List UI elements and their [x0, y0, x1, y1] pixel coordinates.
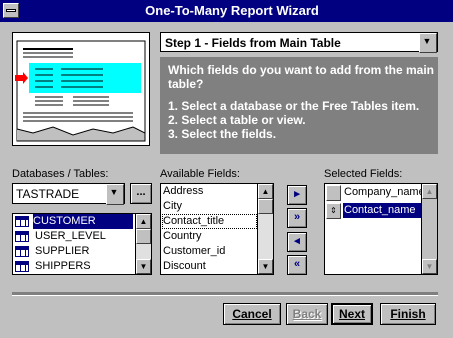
scroll-thumb[interactable]: [136, 229, 151, 244]
available-field-item[interactable]: Address: [163, 184, 203, 199]
scroll-up-icon: ▲: [422, 184, 437, 199]
window-title: One-To-Many Report Wizard: [145, 3, 319, 18]
database-dropdown[interactable]: TASTRADE ▼: [12, 183, 125, 205]
tables-scrollbar[interactable]: ▲ ▼: [135, 214, 151, 274]
system-menu-button[interactable]: [3, 3, 19, 18]
table-icon: [15, 231, 29, 242]
database-dropdown-arrow-icon[interactable]: ▼: [106, 184, 124, 205]
step-dropdown-value: Step 1 - Fields from Main Table: [165, 36, 341, 50]
add-field-button[interactable]: ▸: [287, 185, 307, 205]
scroll-up-icon[interactable]: ▲: [258, 184, 273, 199]
mover-arrows-icon[interactable]: ⇕: [326, 203, 341, 219]
next-button-label: Next: [338, 307, 365, 321]
table-item-customer[interactable]: CUSTOMER: [33, 214, 133, 229]
remove-field-button[interactable]: ◂: [287, 232, 307, 252]
table-item-user-level[interactable]: USER_LEVEL: [35, 229, 106, 244]
remove-all-fields-button[interactable]: «: [287, 255, 307, 275]
table-icon: [15, 216, 29, 227]
selected-field-item-selected[interactable]: Contact_name: [343, 203, 422, 218]
available-fields-label: Available Fields:: [160, 168, 240, 180]
instructions-panel: Which fields do you want to add from the…: [160, 57, 438, 154]
table-item-shippers[interactable]: SHIPPERS: [35, 259, 91, 274]
finish-button-label: Finish: [390, 307, 426, 321]
step-dropdown[interactable]: Step 1 - Fields from Main Table ▼: [160, 32, 438, 53]
browse-database-button[interactable]: ...: [130, 183, 152, 204]
separator: [12, 292, 438, 296]
table-icon: [15, 261, 29, 272]
selected-fields-scrollbar: ▲ ▼: [421, 184, 437, 274]
available-field-item[interactable]: City: [163, 199, 182, 214]
instruction-line: table?: [168, 77, 204, 91]
database-dropdown-value: TASTRADE: [16, 187, 80, 201]
available-field-item[interactable]: Customer_id: [163, 244, 225, 259]
title-bar: One-To-Many Report Wizard: [0, 0, 453, 22]
scroll-down-icon: ▼: [422, 259, 437, 274]
cancel-button-label: Cancel: [232, 307, 272, 321]
step-dropdown-arrow-icon[interactable]: ▼: [419, 33, 437, 53]
table-icon: [15, 246, 29, 257]
report-illustration: [12, 32, 150, 146]
back-button: Back: [286, 303, 328, 325]
finish-button[interactable]: Finish: [380, 303, 436, 325]
scroll-thumb[interactable]: [258, 199, 273, 214]
instruction-line: 2. Select a table or view.: [168, 113, 306, 127]
report-preview-graphic: [15, 40, 146, 142]
selected-field-item[interactable]: Company_name: [344, 185, 425, 200]
next-button[interactable]: Next: [331, 303, 373, 325]
back-button-label: Back: [292, 307, 322, 321]
scroll-down-icon[interactable]: ▼: [258, 259, 273, 274]
cancel-button[interactable]: Cancel: [223, 303, 281, 325]
add-all-fields-button[interactable]: »: [287, 208, 307, 228]
available-fields-listbox[interactable]: Address City Contact_title Country Custo…: [160, 183, 274, 275]
scroll-up-icon[interactable]: ▲: [136, 214, 151, 229]
selected-fields-label: Selected Fields:: [324, 168, 403, 180]
available-field-item-focused[interactable]: Contact_title: [162, 214, 257, 229]
table-item-supplier[interactable]: SUPPLIER: [35, 244, 89, 259]
scroll-down-icon[interactable]: ▼: [136, 259, 151, 274]
tables-listbox[interactable]: CUSTOMER USER_LEVEL SUPPLIER SHIPPERS ▲ …: [12, 213, 152, 275]
available-field-item[interactable]: Discount: [163, 259, 206, 274]
instruction-line: 1. Select a database or the Free Tables …: [168, 99, 420, 113]
selected-fields-listbox[interactable]: Company_name ⇕ Contact_name ▲ ▼: [324, 183, 438, 275]
instruction-line: Which fields do you want to add from the…: [168, 63, 435, 77]
databases-label: Databases / Tables:: [12, 168, 109, 180]
instruction-line: 3. Select the fields.: [168, 127, 277, 141]
mover-handle[interactable]: [326, 185, 341, 201]
available-fields-scrollbar[interactable]: ▲ ▼: [257, 184, 273, 274]
available-field-item[interactable]: Country: [163, 229, 202, 244]
highlight-band: [29, 63, 141, 93]
